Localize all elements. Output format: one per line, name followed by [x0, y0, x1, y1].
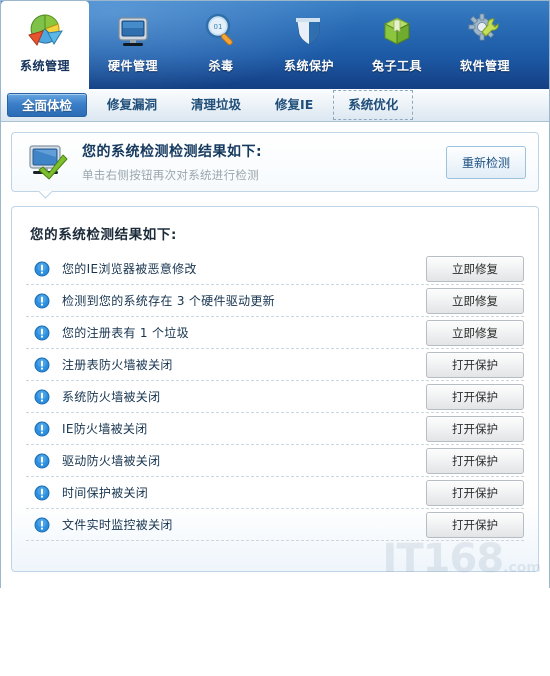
tab-repair-vulnerabilities[interactable]: 修复漏洞: [93, 93, 171, 117]
warning-icon: [34, 261, 50, 277]
result-row: 您的注册表有 1 个垃圾 立即修复: [26, 317, 524, 349]
summary-subtitle: 单击右侧按钮再次对系统进行检测: [82, 168, 259, 182]
nav-item-label: 杀毒: [208, 59, 234, 73]
nav-item-hardware-management[interactable]: 硬件管理: [89, 1, 177, 89]
magnifier-icon: 01: [199, 7, 243, 55]
nav-item-system-management[interactable]: 系统管理: [1, 1, 89, 89]
nav-item-label: 硬件管理: [107, 59, 158, 73]
monitor-icon: [111, 7, 155, 55]
gear-wrench-icon: [463, 7, 507, 55]
warning-icon: [34, 517, 50, 533]
application-window: 系统管理 硬件管理 01 杀毒 系统保护 兔子工具 软件管理 全面体检 修复漏洞…: [0, 0, 550, 676]
result-row: 检测到您的系统存在 3 个硬件驱动更新 立即修复: [26, 285, 524, 317]
panel-tail: [39, 191, 53, 199]
sub-tab-bar: 全面体检 修复漏洞 清理垃圾 修复IE 系统优化: [1, 89, 549, 122]
result-row: 注册表防火墙被关闭 打开保护: [26, 349, 524, 381]
summary-panel: 您的系统检测检测结果如下: 单击右侧按钮再次对系统进行检测 重新检测: [11, 132, 539, 192]
tab-system-optimization[interactable]: 系统优化: [333, 90, 414, 120]
result-message: 注册表防火墙被关闭: [62, 358, 173, 372]
result-action-button[interactable]: 打开保护: [426, 415, 524, 442]
summary-text-block: 您的系统检测检测结果如下: 单击右侧按钮再次对系统进行检测: [72, 141, 446, 183]
nav-item-label: 兔子工具: [371, 59, 422, 73]
warning-icon: [34, 293, 50, 309]
nav-item-label: 系统保护: [283, 59, 334, 73]
result-action-button[interactable]: 立即修复: [426, 287, 524, 314]
result-message: 您的注册表有 1 个垃圾: [62, 326, 189, 340]
tab-clean-junk[interactable]: 清理垃圾: [177, 93, 255, 117]
result-action-button[interactable]: 立即修复: [426, 319, 524, 346]
tab-full-checkup[interactable]: 全面体检: [7, 93, 88, 117]
result-action-button[interactable]: 打开保护: [426, 351, 524, 378]
rescan-button[interactable]: 重新检测: [445, 145, 526, 179]
green-box-icon: [375, 7, 419, 55]
result-message: 系统防火墙被关闭: [62, 390, 161, 404]
result-action-button[interactable]: 打开保护: [426, 383, 524, 410]
result-message: IE防火墙被关闭: [62, 422, 148, 436]
summary-title: 您的系统检测检测结果如下:: [82, 144, 263, 160]
svg-text:01: 01: [214, 23, 223, 31]
result-message: 驱动防火墙被关闭: [62, 454, 161, 468]
result-action-button[interactable]: 打开保护: [426, 479, 524, 506]
result-row: 文件实时监控被关闭 打开保护: [26, 509, 524, 541]
nav-item-label: 软件管理: [459, 59, 510, 73]
result-message: 文件实时监控被关闭: [62, 518, 173, 532]
warning-icon: [34, 453, 50, 469]
warning-icon: [34, 325, 50, 341]
result-message: 时间保护被关闭: [62, 486, 149, 500]
warning-icon: [34, 389, 50, 405]
result-row: IE防火墙被关闭 打开保护: [26, 413, 524, 445]
result-action-button[interactable]: 立即修复: [426, 255, 524, 282]
nav-item-rabbit-tools[interactable]: 兔子工具: [353, 1, 441, 89]
summary-panel-wrapper: 您的系统检测检测结果如下: 单击右侧按钮再次对系统进行检测 重新检测: [11, 132, 539, 192]
warning-icon: [34, 485, 50, 501]
results-panel: 您的系统检测结果如下: 您的IE浏览器被恶意修改 立即修复 检测到您的系统存在 …: [11, 206, 539, 572]
result-row: 系统防火墙被关闭 打开保护: [26, 381, 524, 413]
result-row: 驱动防火墙被关闭 打开保护: [26, 445, 524, 477]
nav-item-software-management[interactable]: 软件管理: [441, 1, 529, 89]
nav-item-antivirus[interactable]: 01 杀毒: [177, 1, 265, 89]
nav-item-system-protection[interactable]: 系统保护: [265, 1, 353, 89]
tab-repair-ie[interactable]: 修复IE: [261, 93, 327, 117]
results-title: 您的系统检测结果如下:: [30, 227, 177, 243]
warning-icon: [34, 421, 50, 437]
pie-chart-icon: [23, 7, 67, 55]
result-message: 您的IE浏览器被恶意修改: [62, 262, 197, 276]
result-row: 时间保护被关闭 打开保护: [26, 477, 524, 509]
main-toolbar: 系统管理 硬件管理 01 杀毒 系统保护 兔子工具 软件管理: [1, 1, 549, 89]
result-action-button[interactable]: 打开保护: [426, 447, 524, 474]
result-message: 检测到您的系统存在 3 个硬件驱动更新: [62, 294, 275, 308]
monitor-check-icon: [24, 140, 72, 184]
result-action-button[interactable]: 打开保护: [426, 511, 524, 538]
result-row: 您的IE浏览器被恶意修改 立即修复: [26, 253, 524, 285]
nav-item-label: 系统管理: [19, 59, 70, 73]
warning-icon: [34, 357, 50, 373]
content-area: 您的系统检测检测结果如下: 单击右侧按钮再次对系统进行检测 重新检测 您的系统检…: [1, 122, 549, 676]
shield-icon: [287, 7, 331, 55]
